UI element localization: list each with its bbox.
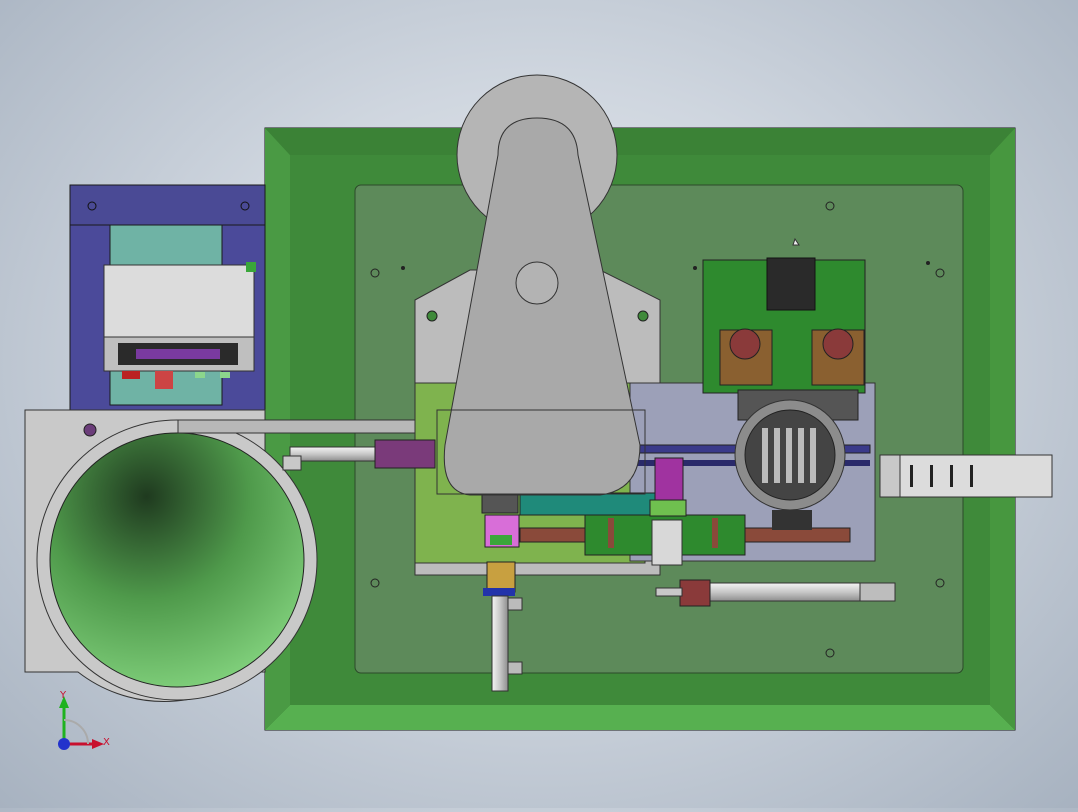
y-axis-label: Y <box>59 690 67 701</box>
cad-viewport[interactable]: Y X <box>0 0 1078 808</box>
output-chute[interactable] <box>879 454 1053 498</box>
assembly-top-view: Y X <box>24 74 1053 750</box>
axis-triad: Y X <box>58 690 110 750</box>
x-axis-label: X <box>103 737 110 748</box>
feeder-frame[interactable] <box>69 184 266 411</box>
